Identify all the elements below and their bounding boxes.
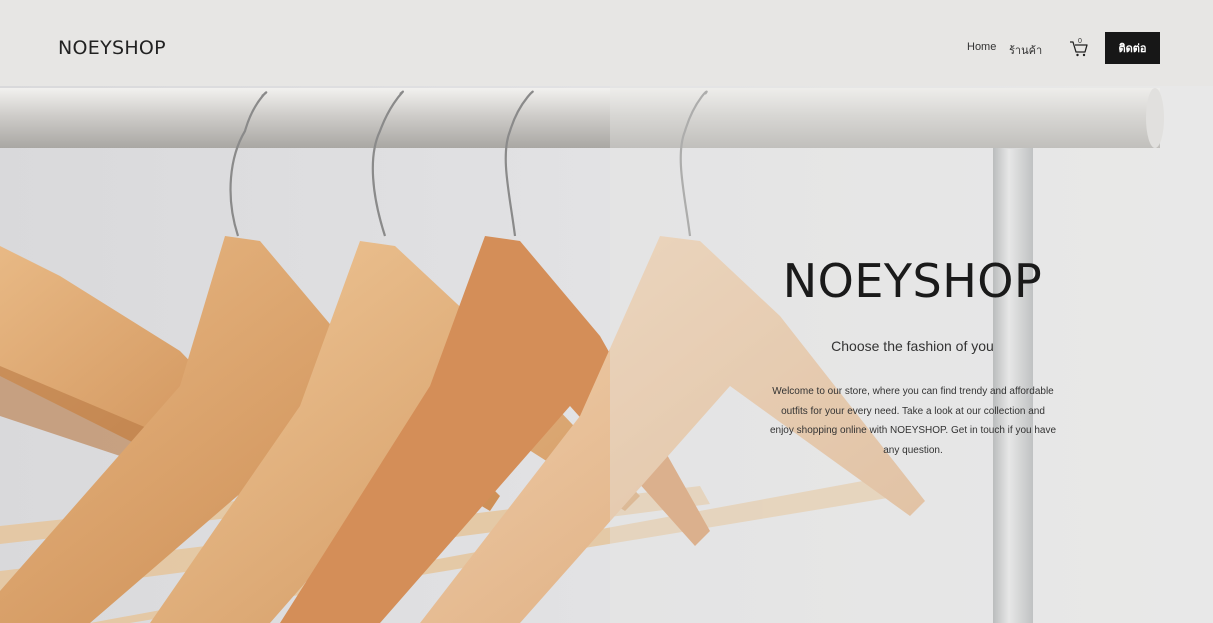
hero-description: Welcome to our store, where you can find…	[769, 386, 1057, 456]
nav-shop[interactable]: ร้านค้า	[1009, 41, 1042, 59]
contact-button[interactable]: ติดต่อ	[1105, 32, 1160, 64]
hero-subtitle: Choose the fashion of you	[831, 338, 994, 354]
hero-overlay	[610, 86, 1213, 623]
cart-count: 0	[1078, 38, 1082, 45]
hero-section: NOEYSHOP Choose the fashion of you Welco…	[0, 86, 1213, 623]
nav-home[interactable]: Home	[967, 41, 996, 53]
hero-title: NOEYSHOP	[782, 254, 1043, 308]
site-header: NOEYSHOP Home ร้านค้า 0 ติดต่อ	[0, 0, 1213, 86]
site-logo[interactable]: NOEYSHOP	[58, 37, 166, 59]
